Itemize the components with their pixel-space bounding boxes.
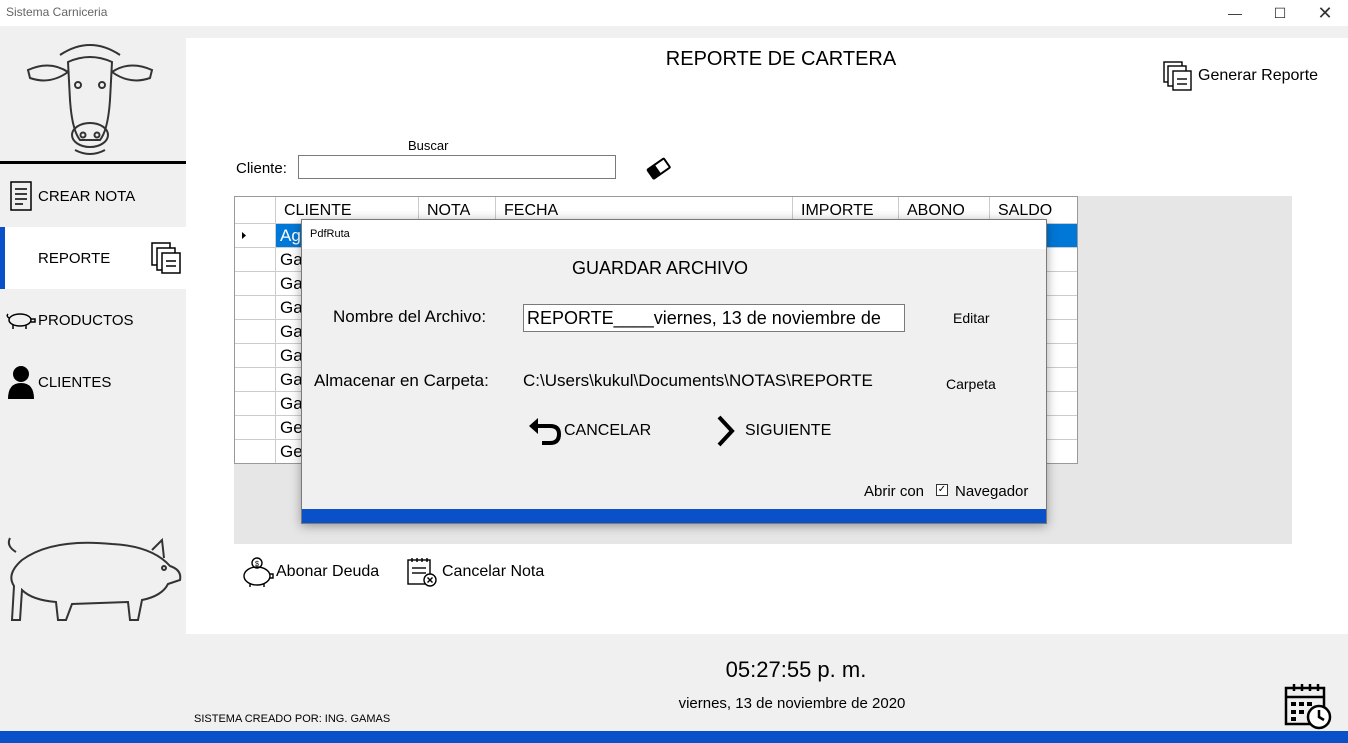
calendar-clock-icon[interactable] [1283, 682, 1333, 730]
sidebar-separator [0, 161, 186, 164]
title-bar: Sistema Carniceria — ☐ ✕ [0, 0, 1348, 26]
sidebar-item-label: CLIENTES [38, 373, 112, 391]
report-icon [150, 241, 182, 279]
cancelar-nota-label: Cancelar Nota [442, 563, 545, 580]
browser-label: Navegador [955, 483, 1029, 500]
save-file-dialog: PdfRuta GUARDAR ARCHIVO Nombre del Archi… [301, 219, 1047, 524]
svg-text:$: $ [255, 561, 259, 568]
folder-path: C:\Users\kukul\Documents\NOTAS\REPORTE [523, 371, 873, 390]
pig-illustration-icon [7, 537, 182, 621]
document-icon [6, 180, 36, 212]
dialog-title-bar: PdfRuta [302, 220, 1046, 249]
folder-button[interactable]: Carpeta [946, 376, 996, 392]
sidebar-item-label: PRODUCTOS [38, 311, 134, 329]
row-selector-icon [235, 224, 276, 247]
cow-logo-icon [26, 44, 154, 155]
sidebar-item-label: CREAR NOTA [38, 187, 136, 205]
pig-icon [6, 310, 36, 330]
minimize-button[interactable]: — [1212, 0, 1258, 26]
sidebar-item-productos[interactable]: PRODUCTOS [0, 292, 186, 348]
cancel-label: CANCELAR [564, 422, 652, 439]
eraser-icon[interactable] [645, 156, 673, 182]
window-title: Sistema Carniceria [6, 5, 108, 19]
open-with-label: Abrir con [864, 483, 925, 500]
dialog-heading: GUARDAR ARCHIVO [571, 258, 749, 278]
client-search-input[interactable] [298, 155, 616, 179]
sidebar-item-clientes[interactable]: CLIENTES [0, 354, 186, 410]
dialog-title: PdfRuta [310, 228, 350, 240]
generate-report-label: Generar Reporte [1198, 67, 1319, 84]
user-icon [6, 365, 36, 399]
file-name-field[interactable]: REPORTE____viernes, 13 de noviembre de [523, 304, 905, 332]
abonar-deuda-button[interactable]: $ Abonar Deuda [240, 556, 379, 588]
cancel-note-icon [406, 556, 438, 588]
cancel-button[interactable]: CANCELAR [528, 416, 651, 446]
sidebar-item-label: REPORTE [38, 249, 111, 267]
bottom-accent-bar [0, 731, 1348, 743]
search-caption: Buscar [408, 138, 449, 153]
maximize-button[interactable]: ☐ [1257, 0, 1303, 26]
client-label: Cliente: [236, 160, 287, 177]
undo-arrow-icon [528, 416, 562, 446]
generate-report-button[interactable]: Generar Reporte [1162, 60, 1318, 92]
close-button[interactable]: ✕ [1302, 0, 1348, 26]
clock-date: viernes, 13 de noviembre de 2020 [678, 695, 906, 712]
sidebar-item-reporte[interactable]: REPORTE [0, 227, 186, 289]
credit-text: SISTEMA CREADO POR: ING. GAMAS [194, 713, 391, 725]
next-label: SIGUIENTE [745, 422, 832, 439]
sidebar-item-crear-nota[interactable]: CREAR NOTA [0, 168, 186, 224]
report-icon [1162, 60, 1194, 92]
dialog-accent-bar [302, 509, 1046, 523]
cancelar-nota-button[interactable]: Cancelar Nota [406, 556, 544, 588]
chevron-right-icon [715, 414, 737, 448]
table-row-header-corner [235, 197, 276, 223]
folder-label: Almacenar en Carpeta: [314, 371, 489, 390]
browser-checkbox[interactable]: ✓ [936, 484, 948, 496]
next-button[interactable]: SIGUIENTE [715, 414, 831, 448]
piggy-bank-icon: $ [240, 556, 274, 588]
edit-button[interactable]: Editar [953, 310, 990, 326]
clock-time: 05:27:55 p. m. [725, 657, 867, 682]
abonar-deuda-label: Abonar Deuda [276, 563, 380, 580]
file-name-label: Nombre del Archivo: [333, 307, 487, 326]
